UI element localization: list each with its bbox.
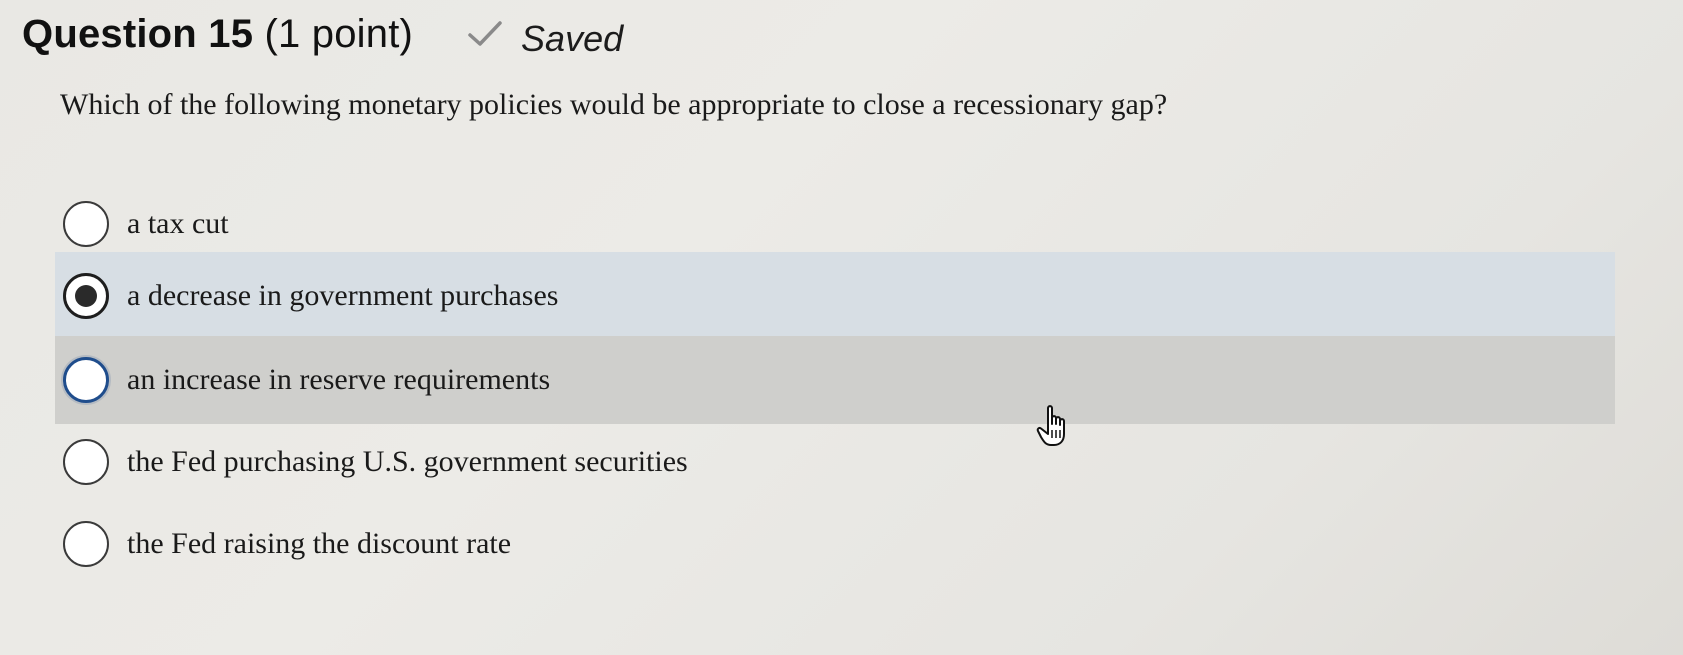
option-increase-reserve-requirements[interactable]: an increase in reserve requirements xyxy=(55,336,1615,424)
option-fed-purchasing-securities[interactable]: the Fed purchasing U.S. government secur… xyxy=(55,418,1615,506)
option-fed-raising-discount-rate[interactable]: the Fed raising the discount rate xyxy=(55,500,1615,588)
radio-button[interactable] xyxy=(63,357,109,403)
radio-button[interactable] xyxy=(63,439,109,485)
radio-button[interactable] xyxy=(63,521,109,567)
option-label: an increase in reserve requirements xyxy=(127,363,551,396)
answer-options: a tax cut a decrease in government purch… xyxy=(0,0,1683,655)
option-label: the Fed raising the discount rate xyxy=(127,527,512,560)
option-decrease-government-purchases[interactable]: a decrease in government purchases xyxy=(55,252,1615,340)
radio-dot-icon xyxy=(75,285,97,307)
option-label: a decrease in government purchases xyxy=(127,279,559,312)
hand-pointer-cursor-icon xyxy=(1036,404,1076,448)
radio-button[interactable] xyxy=(63,201,109,247)
option-label: a tax cut xyxy=(127,207,229,240)
option-label: the Fed purchasing U.S. government secur… xyxy=(127,445,688,478)
radio-button-selected[interactable] xyxy=(63,273,109,319)
quiz-page: Question 15 (1 point) Saved Which of the… xyxy=(0,0,1683,655)
